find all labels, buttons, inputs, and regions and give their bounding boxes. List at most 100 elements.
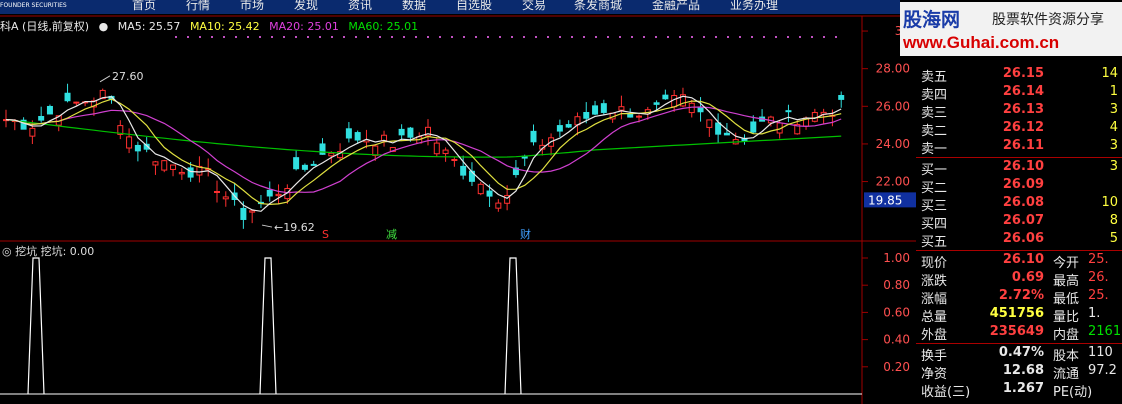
stat-value-2: 1. (1088, 306, 1101, 321)
candle-body (328, 152, 335, 157)
candle-body (600, 103, 607, 113)
bid-volume: 3 (1109, 159, 1118, 174)
dot-marker (619, 36, 621, 38)
ma20-label: MA20: 25.01 (269, 20, 339, 33)
bid-row[interactable]: 买四 26.07 8 (916, 213, 1122, 232)
dot-marker (391, 36, 393, 38)
candle-body (29, 127, 36, 137)
dot-marker (187, 36, 189, 38)
dot-marker (643, 36, 645, 38)
dot-marker (703, 36, 705, 38)
candle-body (240, 207, 247, 220)
stat-value: 2.72% (998, 288, 1044, 303)
stat-label: 收益(三) (921, 385, 971, 400)
candle-body (785, 110, 792, 113)
dot-marker (835, 36, 837, 38)
bid-row[interactable]: 买三 26.08 10 (916, 195, 1122, 214)
dot-marker (559, 36, 561, 38)
candle-body (293, 157, 300, 170)
stat-row: 收益(三) 1.267 PE(动) (916, 381, 1122, 400)
dot-marker (727, 36, 729, 38)
divider (916, 250, 1122, 251)
ask-row[interactable]: 卖五 26.15 14 (916, 66, 1122, 85)
ask-price: 26.13 (1002, 102, 1044, 117)
dot-marker (691, 36, 693, 38)
dot-marker (211, 36, 213, 38)
candle-body (407, 127, 414, 138)
stat-value-2: 25. (1088, 252, 1109, 267)
candle-body (530, 130, 537, 143)
dot-marker (307, 36, 309, 38)
dot-marker (499, 36, 501, 38)
indicator-title: ◎ 挖坑 挖坑: 0.00 (2, 245, 95, 258)
kline-chart[interactable]: 3028.0026.0024.0022.0019.8527.60←19.62S减… (0, 0, 916, 404)
stat-label-2: 内盘 (1053, 328, 1080, 343)
price-tick-label: 24.00 (876, 137, 910, 151)
stat-label-2: PE(动) (1053, 385, 1093, 400)
ask-volume: 4 (1109, 120, 1118, 135)
stat-row: 净资 12.68 流通 97.2 (916, 363, 1122, 382)
ask-row[interactable]: 卖一 26.11 3 (916, 138, 1122, 157)
candle-body (345, 128, 352, 139)
dot-marker (583, 36, 585, 38)
dot-marker (223, 36, 225, 38)
ask-row[interactable]: 卖三 26.13 3 (916, 102, 1122, 121)
event-marker: 财 (520, 227, 531, 241)
bid-row[interactable]: 买一 26.10 3 (916, 159, 1122, 178)
dot-marker (763, 36, 765, 38)
stat-value: 12.68 (1002, 363, 1044, 378)
indicator-dot-icon[interactable]: ◎ (2, 245, 12, 258)
ask-label: 卖五 (921, 70, 948, 85)
dot-marker (271, 36, 273, 38)
stat-label-2: 最高 (1053, 274, 1080, 289)
chart-title: 科A (日线,前复权) (0, 20, 90, 33)
candle-body (697, 107, 704, 113)
stat-value-2: 25. (1088, 288, 1109, 303)
dot-marker (667, 36, 669, 38)
stat-label: 外盘 (921, 328, 948, 343)
candle-body (38, 116, 45, 121)
candle-body (372, 145, 379, 156)
bid-price: 26.07 (1002, 213, 1044, 228)
dot-marker (571, 36, 573, 38)
candle-body (178, 171, 185, 175)
event-marker: S (322, 228, 329, 241)
quote-panel: 卖五 26.15 14 卖四 26.14 1 卖三 26.13 3 卖二 26.12 4 卖一 26.11… (916, 36, 1122, 404)
ma5-line (5, 95, 842, 212)
indicator-tick-label: 0.60 (883, 305, 910, 319)
bid-volume: 5 (1109, 231, 1118, 246)
dot-marker (463, 36, 465, 38)
stat-label-2: 最低 (1053, 292, 1080, 307)
ma-legend: 科A (日线,前复权) ● MA5: 25.57 MA10: 25.42 MA2… (0, 18, 424, 33)
stat-label: 净资 (921, 367, 948, 382)
dot-marker (379, 36, 381, 38)
candle-body (486, 190, 493, 197)
ask-row[interactable]: 卖二 26.12 4 (916, 120, 1122, 139)
price-tick-label: 28.00 (876, 62, 910, 76)
candle-body (249, 210, 256, 213)
ask-row[interactable]: 卖四 26.14 1 (916, 84, 1122, 103)
candle-body (170, 164, 177, 170)
candle-body (451, 159, 458, 162)
stat-value-2: 110 (1088, 345, 1113, 360)
dot-marker (787, 36, 789, 38)
candle-body (627, 113, 634, 118)
candle-body (134, 144, 141, 152)
dot-marker (811, 36, 813, 38)
candle-body (73, 101, 80, 104)
dot-marker (595, 36, 597, 38)
settings-dot-icon[interactable]: ● (99, 20, 109, 33)
high-label: 27.60 (112, 70, 144, 83)
stat-label-2: 流通 (1053, 367, 1080, 382)
bid-row[interactable]: 买二 26.09 (916, 177, 1122, 196)
logo-main-text: 股海网 (903, 9, 961, 31)
candle-body (310, 163, 317, 166)
candle-body (592, 105, 599, 115)
low-label: ←19.62 (274, 221, 315, 234)
candle-body (275, 193, 282, 197)
stat-row: 换手 0.47% 股本 110 (916, 345, 1122, 364)
bid-row[interactable]: 买五 26.06 5 (916, 231, 1122, 250)
bid-label: 买四 (921, 217, 948, 232)
candle-body (636, 115, 642, 118)
high-pointer (99, 75, 111, 83)
